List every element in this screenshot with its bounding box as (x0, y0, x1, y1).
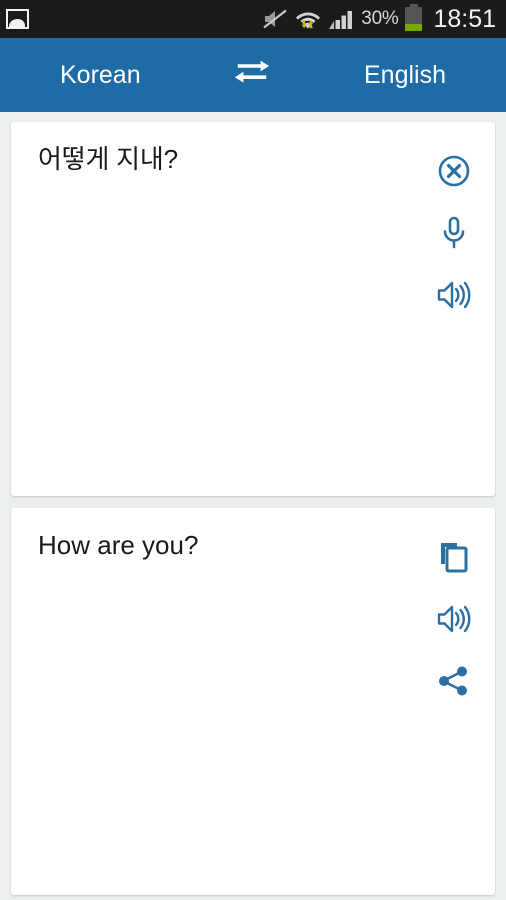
clear-button[interactable] (427, 140, 481, 202)
main-content: 어떻게 지내? How are you? (0, 112, 506, 895)
status-bar-indicators: 30% 18:51 (262, 4, 498, 33)
target-language-button[interactable]: English (364, 62, 446, 88)
speaker-volume-icon (436, 279, 472, 311)
status-bar-notifications (6, 9, 29, 29)
share-nodes-icon (437, 665, 471, 697)
source-language-button[interactable]: Korean (60, 62, 141, 88)
target-card-actions (427, 526, 481, 712)
target-text: How are you? (38, 530, 199, 560)
cellular-signal-icon (328, 8, 354, 30)
status-bar: 30% 18:51 (0, 0, 506, 38)
volume-mute-icon (262, 8, 288, 30)
battery-icon (405, 4, 423, 31)
source-text[interactable]: 어떻게 지내? (38, 142, 411, 177)
swap-languages-button[interactable] (229, 55, 277, 95)
source-text-card[interactable]: 어떻게 지내? (11, 122, 495, 496)
gallery-image-icon (6, 9, 29, 29)
voice-input-button[interactable] (427, 202, 481, 264)
microphone-icon (439, 216, 469, 250)
speak-source-button[interactable] (427, 264, 481, 326)
target-text-card[interactable]: How are you? (11, 508, 495, 895)
clear-circle-x-icon (437, 154, 471, 188)
share-button[interactable] (427, 650, 481, 712)
source-card-actions (427, 140, 481, 326)
copy-button[interactable] (427, 526, 481, 588)
clock-label: 18:51 (433, 4, 496, 33)
app-bar: Korean English (0, 38, 506, 112)
speak-target-button[interactable] (427, 588, 481, 650)
battery-percent-label: 30% (361, 8, 399, 29)
battery-fill (405, 23, 423, 31)
swap-horizontal-arrows-icon (233, 60, 273, 90)
wifi-signal-icon (295, 7, 321, 31)
copy-icon (438, 540, 470, 574)
speaker-volume-icon (436, 603, 472, 635)
